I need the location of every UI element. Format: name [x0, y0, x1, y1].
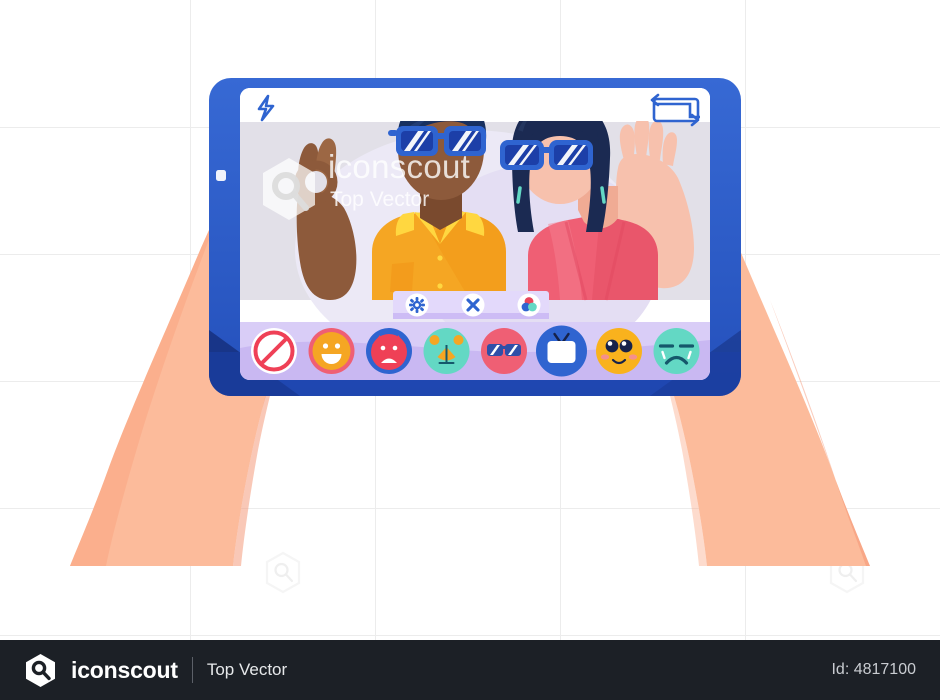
- filter-crying[interactable]: [653, 328, 700, 374]
- footer-category: Top Vector: [206, 660, 288, 679]
- filter-none[interactable]: [251, 328, 297, 374]
- footer-asset-id: Id: 4817100: [831, 661, 916, 678]
- footer-divider: [191, 657, 193, 683]
- filter-devil[interactable]: [366, 328, 412, 374]
- iconscout-hex-logo-icon: [26, 653, 55, 687]
- filter-tv[interactable]: [536, 325, 587, 377]
- illustration-canvas: iconscout Top Vector iconscout Top Vecto…: [0, 0, 940, 700]
- filter-starry-eyes[interactable]: [596, 328, 642, 374]
- volume-button: [216, 170, 226, 181]
- footer-bar: iconscout Top Vector Id: 4817100: [0, 640, 940, 700]
- filter-bear[interactable]: [423, 328, 470, 374]
- filter-sunglasses[interactable]: [481, 328, 527, 374]
- tablet-device: [209, 78, 741, 396]
- filter-smile[interactable]: [308, 328, 355, 374]
- settings-button[interactable]: [405, 293, 429, 317]
- man-sunglasses: [388, 126, 486, 156]
- close-button[interactable]: [461, 293, 485, 317]
- footer-brand: iconscout: [71, 656, 178, 683]
- color-filter-button[interactable]: [517, 293, 541, 317]
- camera-controls-panel: [393, 291, 549, 319]
- selfie-illustration: [70, 78, 870, 566]
